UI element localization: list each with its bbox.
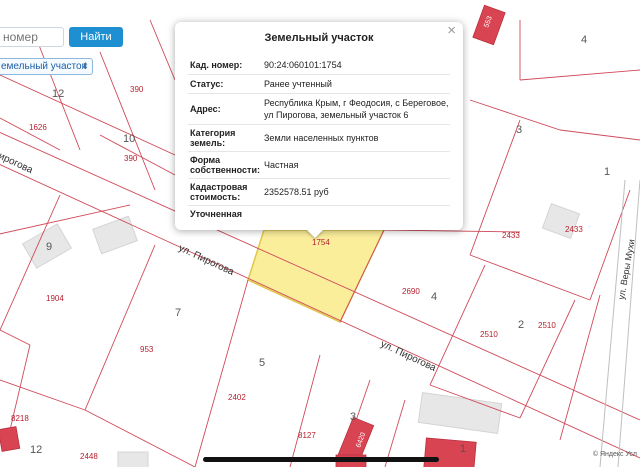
parcel-border: [84, 244, 156, 411]
block-number: 4: [431, 291, 437, 303]
parcel-number: 2510: [538, 321, 556, 330]
block-number: 1: [604, 166, 610, 178]
parcel-border: [469, 254, 591, 301]
parcel-border: [99, 51, 156, 191]
info-row-land-category: Категория земель: Земли населенных пункт…: [188, 125, 450, 152]
info-value: [264, 209, 450, 219]
parcel-border: [0, 194, 61, 331]
parcel-info-popup: Земельный участок × Кад. номер: 90:24:06…: [175, 22, 463, 230]
parcel-border: [429, 264, 486, 386]
popup-info-table: Кад. номер: 90:24:060101:1754 Статус: Ра…: [188, 56, 450, 222]
info-value: Республика Крым, г Феодосия, с Береговое…: [264, 98, 449, 120]
building-footprint: [117, 451, 149, 467]
parcel-border: [519, 69, 640, 81]
parcel-border: [0, 329, 31, 346]
parcel-number: 2433: [565, 225, 583, 234]
info-value: Частная: [264, 160, 299, 170]
search-input[interactable]: [0, 27, 64, 47]
parcel-border: [194, 279, 249, 467]
info-row-cadastral-number: Кад. номер: 90:24:060101:1754: [188, 56, 450, 75]
info-row-address: Адрес: Республика Крым, г Феодосия, с Бе…: [188, 94, 450, 125]
layer-select[interactable]: емельный участок ⬍: [0, 58, 93, 75]
block-number: 12: [30, 444, 42, 456]
info-row-status: Статус: Ранее учтенный: [188, 75, 450, 94]
parcel-number: 8218: [11, 414, 29, 423]
parcel-border: [149, 19, 176, 81]
parcel-number: 8127: [298, 431, 316, 440]
parcel-number: 390: [124, 154, 138, 163]
info-row-ownership: Форма собственности: Частная: [188, 152, 450, 179]
info-label: Кад. номер:: [190, 60, 243, 70]
block-number: 3: [516, 124, 522, 136]
block-number: 7: [175, 307, 181, 319]
street-label: ул. Пирогова: [379, 339, 438, 374]
info-value: 2352578.51 руб: [264, 187, 329, 197]
info-label: Статус:: [190, 79, 224, 89]
parcel-border: [469, 99, 561, 131]
block-number: 3: [350, 411, 356, 423]
popup-title: Земельный участок: [264, 32, 374, 44]
parcel-number: 2448: [80, 452, 98, 461]
block-number: 10: [123, 133, 135, 145]
parcel-number: 2402: [228, 393, 246, 402]
info-label: Категория земель:: [190, 128, 236, 148]
parcel-number: 2690: [402, 287, 420, 296]
parcel-border: [0, 74, 176, 156]
info-label: Форма собственности:: [190, 155, 260, 175]
parcel-number: 390: [130, 85, 144, 94]
info-value: Земли населенных пунктов: [264, 133, 379, 143]
parcel-border: [99, 134, 176, 176]
red-building: [0, 426, 21, 452]
building-footprint: [92, 215, 138, 255]
red-building: [423, 437, 477, 467]
block-number: 1: [460, 443, 466, 455]
parcel-number: 1904: [46, 294, 64, 303]
parcel-number: 953: [140, 345, 154, 354]
parcel-number: 1626: [29, 123, 47, 132]
parcel-border: [519, 299, 576, 419]
info-label: Адрес:: [190, 104, 221, 114]
popup-pointer: [306, 229, 324, 238]
chevron-updown-icon: ⬍: [81, 61, 89, 71]
info-value: 90:24:060101:1754: [264, 60, 342, 70]
block-number: 2: [518, 319, 524, 331]
info-label: Уточненная: [190, 209, 242, 219]
parcel-number: 2433: [502, 231, 520, 240]
block-number: 12: [52, 88, 64, 100]
parcel-border: [559, 129, 640, 141]
info-value: Ранее учтенный: [264, 79, 332, 89]
info-label: Кадастровая стоимость:: [190, 182, 248, 202]
info-row-refined: Уточненная: [188, 206, 450, 222]
parcel-number: 2510: [480, 330, 498, 339]
block-number: 5: [259, 357, 265, 369]
info-row-cadastral-value: Кадастровая стоимость: 2352578.51 руб: [188, 179, 450, 206]
street-label: ул. Пирогова: [177, 243, 236, 278]
parcel-border: [0, 379, 86, 411]
block-number: 4: [581, 34, 587, 46]
parcel-border: [383, 229, 521, 233]
home-indicator: [203, 457, 439, 462]
building-footprint: [417, 392, 503, 434]
close-icon[interactable]: ×: [447, 23, 456, 38]
parcel-number: 1754: [312, 238, 330, 247]
parcel-border: [559, 294, 601, 441]
parcel-border: [289, 354, 321, 467]
map-copyright[interactable]: © Яндекс Усл: [593, 451, 637, 458]
block-number: 9: [46, 241, 52, 253]
search-button[interactable]: Найти: [69, 27, 123, 47]
layer-select-value: емельный участок: [1, 61, 86, 72]
